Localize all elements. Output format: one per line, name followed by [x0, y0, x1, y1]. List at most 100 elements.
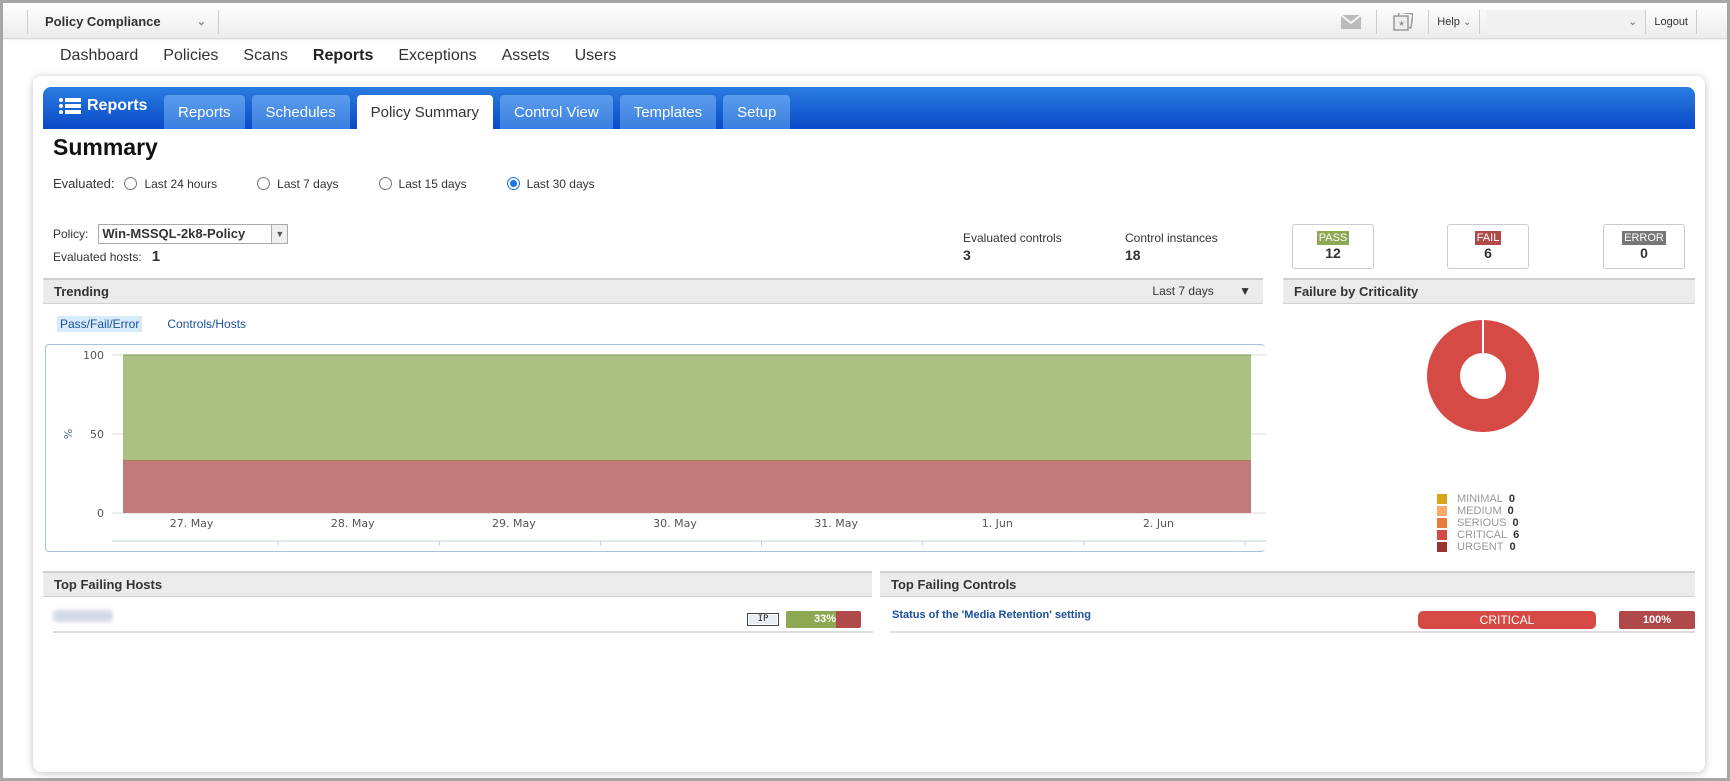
fail-badge: FAIL: [1474, 231, 1502, 245]
module-tabs: Reports Schedules Policy Summary Control…: [164, 95, 791, 129]
evaluated-controls-stat: Evaluated controls 3: [963, 231, 1062, 263]
chevron-down-icon: ⌄: [196, 16, 206, 28]
radio-last-15-days[interactable]: Last 15 days: [378, 177, 467, 191]
error-value: 0: [1640, 245, 1648, 261]
policy-label: Policy:: [53, 227, 89, 241]
subtab-pass-fail-error[interactable]: Pass/Fail/Error: [57, 316, 143, 332]
legend-item[interactable]: URGENT 0: [1437, 541, 1519, 553]
trending-range-value: Last 7 days: [1152, 284, 1214, 298]
legend-label: SERIOUS: [1457, 517, 1507, 529]
notifications-icon: ★: [1393, 13, 1413, 31]
trending-chart-svg: 0 50 100% 27. May 28. May 29. May 30. May 31. M…: [62, 349, 1266, 546]
legend-item[interactable]: SERIOUS 0: [1437, 517, 1519, 529]
x-tick-label: 2. Jun: [1143, 517, 1174, 530]
evaluated-controls-label: Evaluated controls: [963, 231, 1062, 245]
legend-label: URGENT: [1457, 541, 1504, 553]
nav-policies[interactable]: Policies: [163, 47, 218, 65]
legend-count: 0: [1509, 541, 1516, 553]
pass-badge: PASS: [1316, 231, 1350, 245]
nav-users[interactable]: Users: [575, 47, 617, 65]
tab-reports[interactable]: Reports: [164, 95, 245, 129]
trending-title: Trending: [54, 284, 109, 299]
error-count-box: ERROR 0: [1603, 224, 1685, 269]
legend-label: MINIMAL: [1457, 493, 1503, 505]
y-tick-label: 100: [83, 349, 104, 362]
app-switcher[interactable]: Policy Compliance ⌄: [27, 10, 219, 34]
help-menu[interactable]: Help ⌄: [1429, 10, 1481, 34]
legend-label: CRITICAL: [1457, 529, 1508, 541]
legend-count: 6: [1513, 529, 1520, 541]
control-link[interactable]: Status of the 'Media Retention' setting: [892, 609, 1091, 621]
policy-select[interactable]: Win-MSSQL-2k8-Policy ▼: [98, 224, 289, 244]
legend-item[interactable]: MEDIUM 0: [1437, 505, 1519, 517]
trending-subtabs: Pass/Fail/Error Controls/Hosts: [57, 316, 249, 332]
tab-schedules[interactable]: Schedules: [251, 95, 350, 129]
legend-item[interactable]: MINIMAL 0: [1437, 493, 1519, 505]
policy-row: Policy: Win-MSSQL-2k8-Policy ▼: [53, 224, 289, 244]
nav-assets[interactable]: Assets: [502, 47, 550, 65]
nav-dashboard[interactable]: Dashboard: [60, 47, 138, 65]
legend-swatch: [1437, 542, 1447, 552]
evaluated-hosts-value: 1: [151, 248, 161, 265]
legend-count: 0: [1512, 517, 1519, 529]
legend-swatch: [1437, 530, 1447, 540]
chevron-down-icon: ▼: [271, 225, 288, 243]
fail-count-box: FAIL 6: [1447, 224, 1529, 269]
pass-value: 12: [1325, 245, 1341, 261]
control-instances-value: 18: [1125, 247, 1141, 263]
legend-count: 0: [1508, 493, 1515, 505]
mail-icon: [1340, 15, 1361, 29]
app-name: Policy Compliance: [45, 14, 161, 29]
trending-range-select[interactable]: Last 7 days ▼: [1152, 280, 1251, 303]
evaluated-filter: Evaluated: Last 24 hours Last 7 days Las…: [53, 176, 625, 191]
legend-swatch: [1437, 518, 1447, 528]
nav-reports[interactable]: Reports: [313, 47, 373, 65]
evaluated-controls-value: 3: [963, 247, 971, 263]
list-icon: [59, 98, 81, 114]
control-instances-stat: Control instances 18: [1125, 231, 1218, 263]
nav-exceptions[interactable]: Exceptions: [398, 47, 476, 65]
x-tick-label: 27. May: [170, 517, 214, 530]
legend-swatch: [1437, 506, 1447, 516]
user-menu[interactable]: ⌄: [1486, 10, 1647, 34]
x-tick-label: 30. May: [653, 517, 697, 530]
mail-button[interactable]: [1325, 10, 1378, 34]
evaluated-label: Evaluated:: [53, 176, 115, 191]
criticality-legend: MINIMAL 0 MEDIUM 0 SERIOUS 0 CRITICAL 6 URGENT 0: [1437, 493, 1519, 553]
tab-setup[interactable]: Setup: [723, 95, 791, 129]
host-name-redacted[interactable]: [53, 610, 113, 622]
main-nav: Dashboard Policies Scans Reports Excepti…: [60, 47, 616, 65]
fail-percent-badge: 100%: [1619, 611, 1695, 629]
pass-count-box: PASS 12: [1292, 224, 1374, 269]
caret-down-icon: ▼: [1239, 284, 1251, 298]
legend-count: 0: [1507, 505, 1514, 517]
tab-templates[interactable]: Templates: [619, 95, 717, 129]
notifications-button[interactable]: ★: [1377, 10, 1430, 34]
host-compliance-bar: 33%: [786, 611, 861, 628]
radio-last-24-hours[interactable]: Last 24 hours: [124, 177, 217, 191]
module-header: Reports Reports Schedules Policy Summary…: [43, 87, 1695, 129]
evaluated-hosts: Evaluated hosts: 1: [53, 248, 160, 265]
table-row: Status of the 'Media Retention' setting …: [890, 604, 1695, 633]
top-bar: Policy Compliance ⌄ ★ Help ⌄ ⌄ Logout: [3, 3, 1727, 39]
top-failing-controls-header: Top Failing Controls: [880, 571, 1695, 597]
tab-control-view[interactable]: Control View: [499, 95, 613, 129]
failure-by-criticality-title: Failure by Criticality: [1294, 284, 1419, 299]
host-compliance-label: 33%: [813, 613, 836, 625]
nav-scans[interactable]: Scans: [243, 47, 287, 65]
ip-badge[interactable]: IP: [747, 613, 779, 626]
radio-last-30-days[interactable]: Last 30 days: [506, 177, 595, 191]
y-tick-label: 0: [97, 507, 104, 520]
tab-policy-summary[interactable]: Policy Summary: [356, 95, 493, 129]
top-failing-hosts-title: Top Failing Hosts: [54, 577, 163, 592]
logout-link[interactable]: Logout: [1646, 10, 1697, 34]
module-title-text: Reports: [87, 97, 148, 114]
page-title: Summary: [53, 134, 158, 160]
radio-last-7-days[interactable]: Last 7 days: [257, 177, 339, 191]
subtab-controls-hosts[interactable]: Controls/Hosts: [164, 316, 249, 332]
policy-value: Win-MSSQL-2k8-Policy: [102, 226, 246, 241]
legend-item[interactable]: CRITICAL 6: [1437, 529, 1519, 541]
criticality-badge: CRITICAL: [1418, 611, 1596, 629]
legend-label: MEDIUM: [1457, 505, 1502, 517]
failure-by-criticality-header: Failure by Criticality: [1283, 278, 1695, 304]
